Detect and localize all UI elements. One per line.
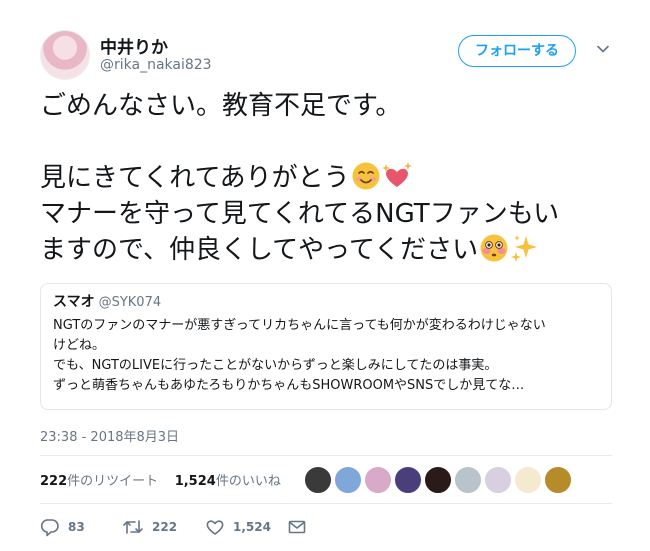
quoted-line: でも、NGTのLIVEに行ったことがないからずっと楽しみにしてたのは事実。 [53, 358, 498, 373]
sparkles-icon [511, 235, 538, 262]
retweet-button[interactable]: 222 [122, 515, 177, 539]
like-count: 1,524 [233, 520, 271, 534]
retweet-icon [123, 520, 143, 534]
retweets-stat[interactable]: 222件のリツイート [40, 474, 158, 489]
reply-icon [40, 519, 59, 537]
sparkling-heart-icon [381, 162, 412, 187]
screen-name[interactable]: @rika_nakai823 [100, 57, 212, 73]
divider [40, 455, 612, 456]
user-avatar-3[interactable] [364, 466, 392, 494]
quoted-line: NGTのファンのマナーが悪すぎってリカちゃんに言っても何かが変わるわけじゃない [53, 318, 546, 333]
user-avatar-6[interactable] [454, 466, 482, 494]
tweet-text: ごめんなさい。教育不足です。 見にきてくれてありがとう マナーを守って見てくれて… [40, 88, 620, 268]
quoted-tweet-header: スマオ @SYK074 [53, 292, 599, 313]
likes-count: 1,524 [174, 474, 216, 489]
tweet-stats: 222件のリツイート 1,524件のいいね [40, 470, 281, 489]
retweets-count: 222 [40, 474, 68, 489]
envelope-icon [288, 520, 306, 534]
retweets-label: 件のリツイート [67, 474, 159, 489]
tweet-line-text: 見にきてくれてありがとう [40, 163, 350, 193]
tweet-line: ごめんなさい。教育不足です。 [40, 91, 402, 121]
quoted-display-name: スマオ [53, 294, 95, 310]
divider [40, 503, 612, 504]
tweet-line: マナーを守って見てくれてるNGTファンもい [40, 199, 560, 229]
quoted-screen-name: @SYK074 [98, 295, 162, 310]
user-avatar-5[interactable] [424, 466, 452, 494]
likes-stat[interactable]: 1,524件のいいね [175, 474, 281, 489]
tweet-line-text: ますので、仲良くしてやってください [40, 235, 479, 265]
user-avatar-8[interactable] [514, 466, 542, 494]
avatar[interactable] [40, 30, 90, 80]
follow-button[interactable]: フォローする [458, 35, 576, 67]
display-name[interactable]: 中井りか [100, 33, 168, 58]
tweet-line [40, 124, 620, 160]
user-avatar-1[interactable] [304, 466, 332, 494]
direct-message-button[interactable] [288, 515, 306, 539]
reply-button[interactable]: 83 [40, 515, 85, 539]
user-avatar-9[interactable] [544, 466, 572, 494]
retweet-count: 222 [152, 520, 178, 534]
timestamp[interactable]: 23:38 - 2018年8月3日 [40, 426, 179, 445]
heart-icon [206, 520, 224, 535]
chevron-down-icon[interactable] [596, 42, 610, 56]
user-avatar-7[interactable] [484, 466, 512, 494]
tweet-line: 見にきてくれてありがとう [40, 160, 620, 196]
user-avatar-4[interactable] [394, 466, 422, 494]
likes-label: 件のいいね [215, 474, 281, 489]
tweet-line: ますので、仲良くしてやってください [40, 232, 620, 268]
reply-count: 83 [68, 520, 85, 534]
like-button[interactable]: 1,524 [205, 515, 271, 539]
user-avatar-2[interactable] [334, 466, 362, 494]
flushed-face-icon [480, 234, 508, 262]
tweet-header: 中井りか @rika_nakai823 フォローする [40, 30, 620, 80]
quoted-line: けどね。 [53, 338, 106, 353]
quoted-tweet[interactable]: スマオ @SYK074 NGTのファンのマナーが悪すぎってリカちゃんに言っても何か… [40, 283, 612, 410]
quoted-line: ずっと萌香ちゃんもあゆたろもりかちゃんもSHOWROOMやSNSでしか見てな… [53, 378, 525, 393]
smiling-face-icon [352, 162, 380, 190]
